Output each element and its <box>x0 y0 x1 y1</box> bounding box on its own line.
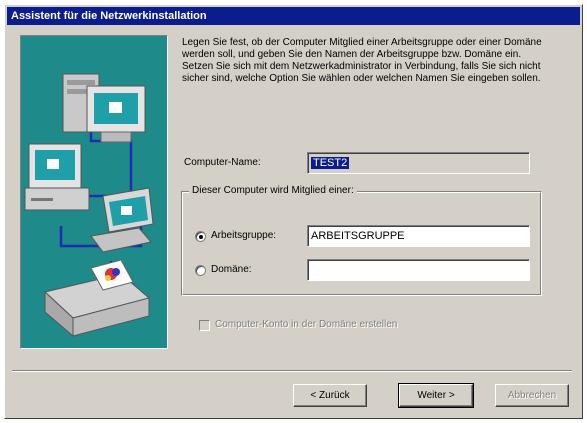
domain-radio[interactable] <box>195 265 206 276</box>
back-button[interactable]: < Zurück <box>293 384 367 407</box>
workgroup-input[interactable]: ARBEITSGRUPPE <box>307 225 530 247</box>
domain-input[interactable] <box>307 259 530 281</box>
title-bar[interactable]: Assistent für die Netzwerkinstallation <box>7 7 580 25</box>
domain-label: Domäne: <box>211 264 252 275</box>
radio-selected-dot <box>199 235 203 239</box>
membership-group-title: Dieser Computer wird Mitglied einer: <box>189 185 357 196</box>
button-separator <box>12 370 572 372</box>
computer-name-label: Computer-Name: <box>184 157 261 168</box>
computer-name-value: TEST2 <box>311 157 350 169</box>
computer-name-field[interactable]: TEST2 <box>307 152 530 174</box>
next-button[interactable]: Weiter > <box>398 383 474 408</box>
workgroup-label: Arbeitsgruppe: <box>211 230 277 241</box>
network-computers-icon <box>24 73 154 338</box>
workgroup-radio[interactable] <box>195 231 206 242</box>
intro-description: Legen Sie fest, ob der Computer Mitglied… <box>182 37 542 84</box>
cancel-button[interactable]: Abbrechen <box>495 384 569 407</box>
create-account-checkbox[interactable] <box>199 320 210 331</box>
network-illustration <box>20 35 168 349</box>
create-account-label: Computer-Konto in der Domäne erstellen <box>215 319 398 330</box>
